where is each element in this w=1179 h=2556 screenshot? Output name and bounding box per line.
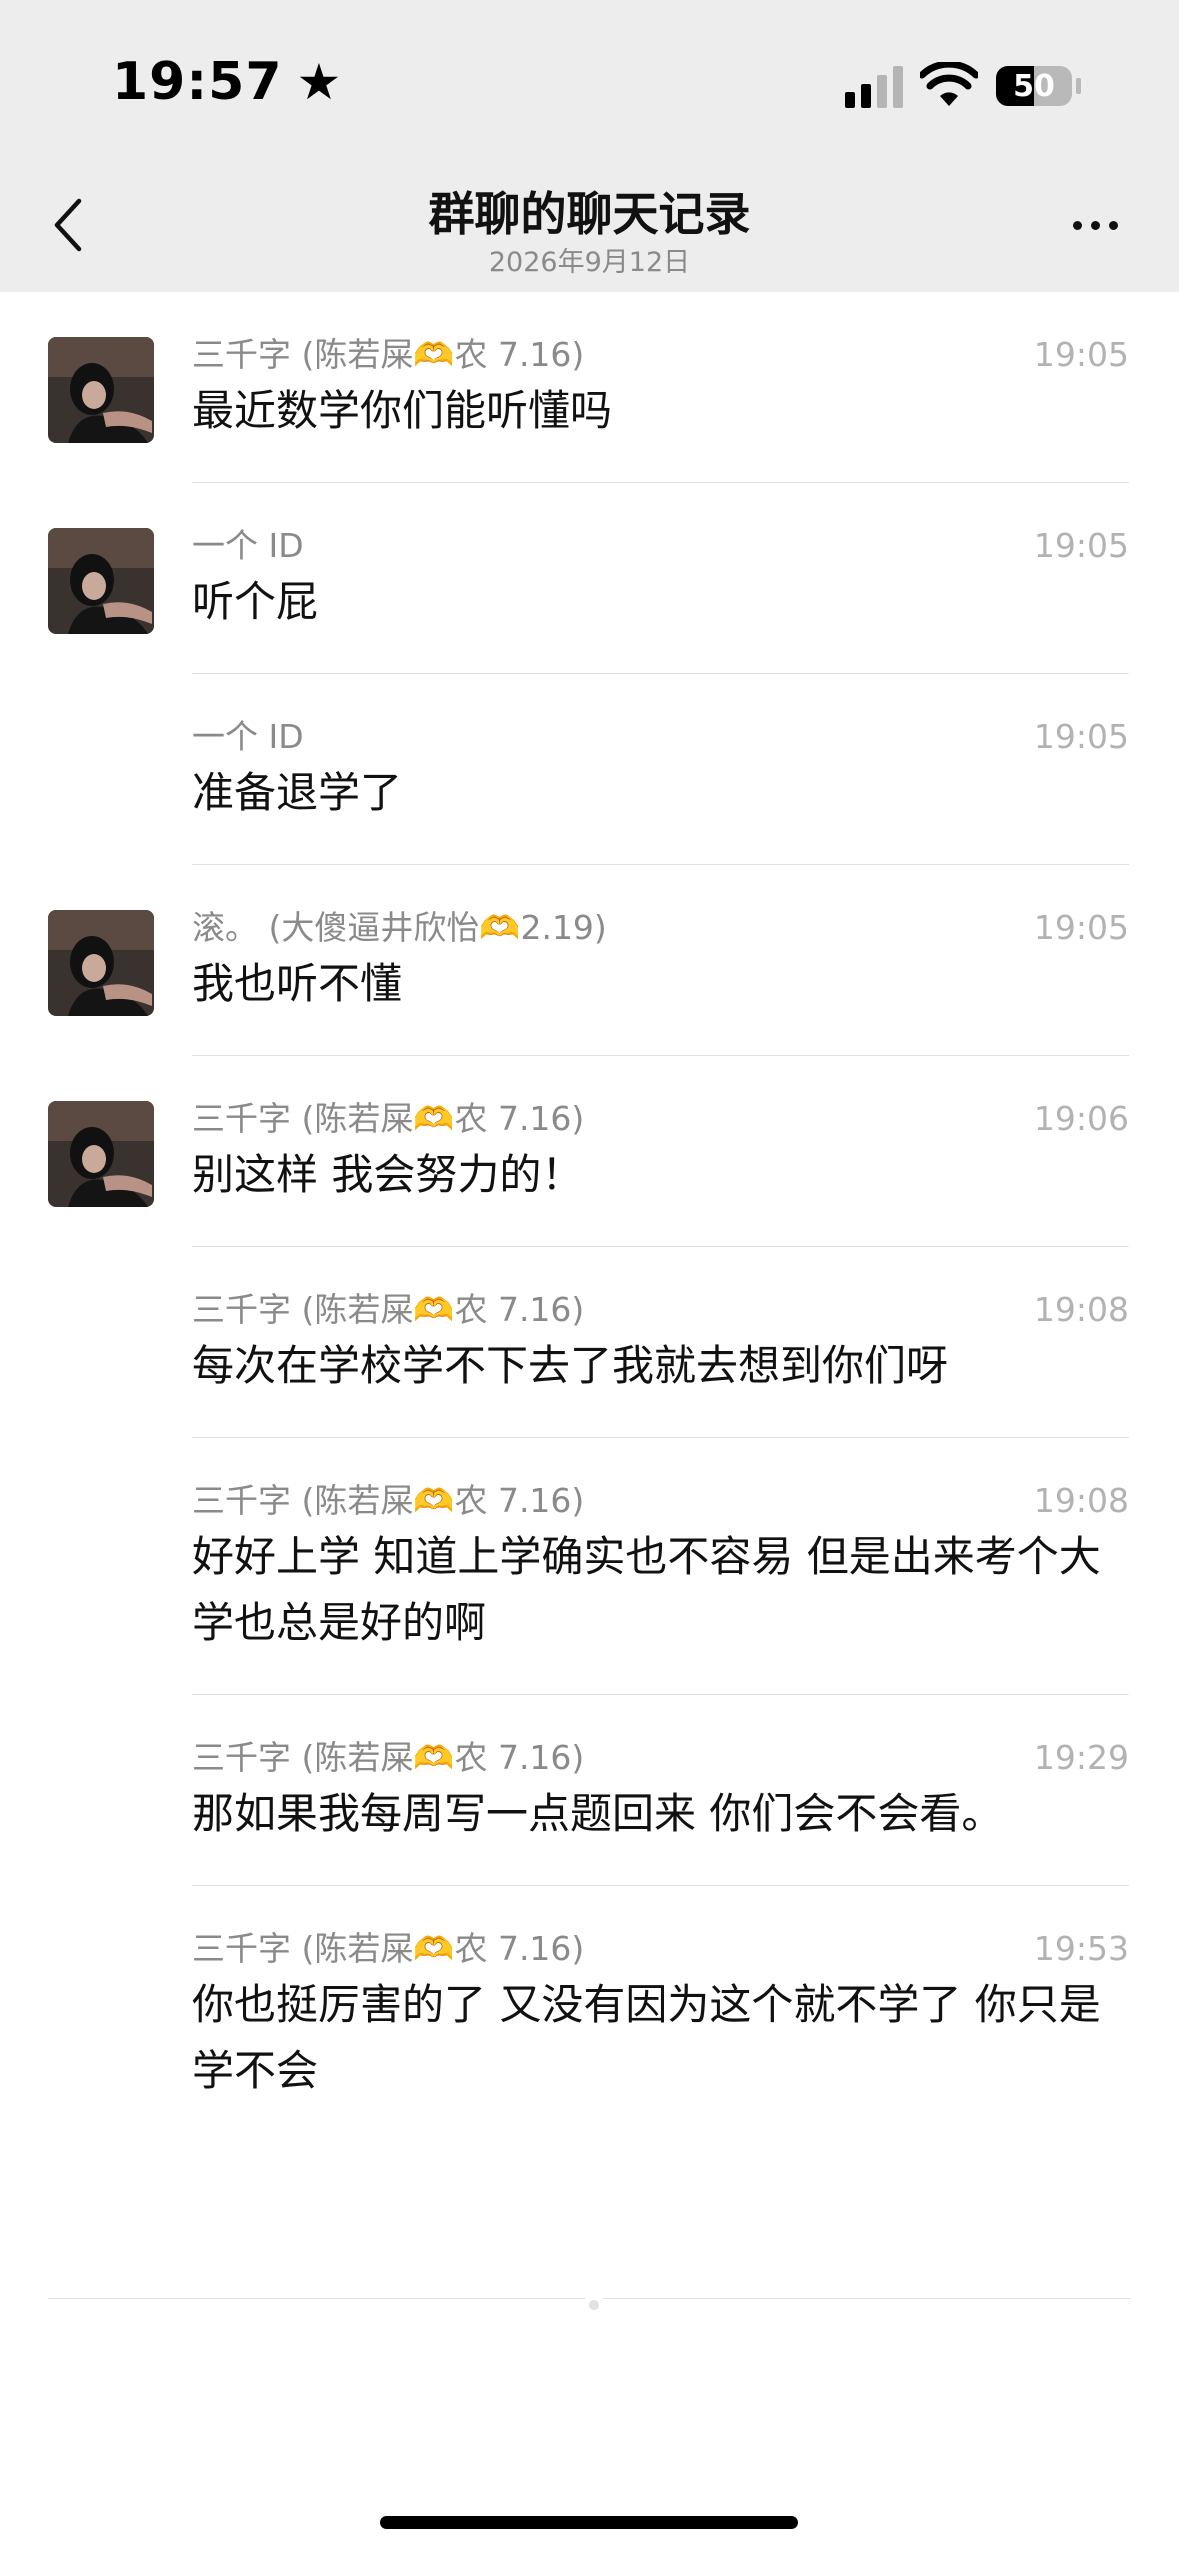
message-item[interactable]: 滚。 (大傻逼井欣怡🫶2.19) 19:05 我也听不懂 [0,865,1179,1056]
message-time: 19:06 [1033,1099,1129,1138]
avatar-photo [48,337,154,443]
more-button[interactable] [1060,210,1130,240]
avatar[interactable] [48,1101,154,1207]
battery-icon: 50 [996,66,1072,106]
message-item[interactable]: 三千字 (陈若屎🫶农 7.16) 19:08 每次在学校学不下去了我就去想到你们… [0,1247,1179,1438]
message-text[interactable]: 那如果我每周写一点题回来 你们会不会看。 [192,1781,1129,1847]
message-item[interactable]: 三千字 (陈若屎🫶农 7.16) 19:06 别这样 我会努力的！ [0,1056,1179,1247]
message-time: 19:05 [1033,908,1129,947]
sender-name: 三千字 (陈若屎🫶农 7.16) [192,1099,585,1138]
message-meta: 三千字 (陈若屎🫶农 7.16) 19:08 [192,1283,1129,1329]
message-time: 19:53 [1033,1929,1129,1968]
status-time: 19:57 ★ [112,52,342,112]
message-text[interactable]: 准备退学了 [192,760,1129,826]
message-item[interactable]: 三千字 (陈若屎🫶农 7.16) 19:08 好好上学 知道上学确实也不容易 但… [0,1438,1179,1695]
message-meta: 三千字 (陈若屎🫶农 7.16) 19:08 [192,1474,1129,1520]
wifi-icon [920,62,978,106]
home-indicator[interactable] [380,2516,798,2529]
message-meta: 一个 ID 19:05 [192,519,1129,565]
message-time: 19:08 [1033,1481,1129,1520]
message-meta: 三千字 (陈若屎🫶农 7.16) 19:05 [192,328,1129,374]
message-meta: 三千字 (陈若屎🫶农 7.16) 19:06 [192,1092,1129,1138]
battery-nub [1076,78,1081,94]
message-text[interactable]: 你也挺厉害的了 又没有因为这个就不学了 你只是学不会 [192,1972,1129,2104]
more-dot [1108,220,1118,230]
more-dot [1090,220,1100,230]
clock: 19:57 [112,52,283,112]
message-text[interactable]: 每次在学校学不下去了我就去想到你们呀 [192,1333,1129,1399]
more-dot [1072,220,1082,230]
avatar[interactable] [48,337,154,443]
sender-name: 三千字 (陈若屎🫶农 7.16) [192,1290,585,1329]
sender-name: 三千字 (陈若屎🫶农 7.16) [192,335,585,374]
message-meta: 一个 ID 19:05 [192,710,1129,756]
signal-icon [845,66,903,108]
page-title: 群聊的聊天记录 [428,187,751,241]
message-item[interactable]: 三千字 (陈若屎🫶农 7.16) 19:53 你也挺厉害的了 又没有因为这个就不… [0,1886,1179,2104]
message-item[interactable]: 一个 ID 19:05 听个屁 [0,483,1179,674]
message-item[interactable]: 三千字 (陈若屎🫶农 7.16) 19:29 那如果我每周写一点题回来 你们会不… [0,1695,1179,1886]
sender-name: 三千字 (陈若屎🫶农 7.16) [192,1481,585,1520]
message-time: 19:29 [1033,1738,1129,1777]
message-text[interactable]: 最近数学你们能听懂吗 [192,378,1129,444]
message-time: 19:08 [1033,1290,1129,1329]
message-time: 19:05 [1033,526,1129,565]
top-bar: 19:57 ★ 50 群聊的聊天记录 2026年9月12日 [0,0,1179,292]
avatar-photo [48,1101,154,1207]
message-time: 19:05 [1033,335,1129,374]
message-text[interactable]: 好好上学 知道上学确实也不容易 但是出来考个大学也总是好的啊 [192,1524,1129,1656]
message-time: 19:05 [1033,717,1129,756]
avatar[interactable] [48,910,154,1016]
message-meta: 滚。 (大傻逼井欣怡🫶2.19) 19:05 [192,901,1129,947]
message-text[interactable]: 我也听不懂 [192,951,1129,1017]
message-meta: 三千字 (陈若屎🫶农 7.16) 19:29 [192,1731,1129,1777]
star-icon: ★ [296,53,343,111]
sender-name: 滚。 (大傻逼井欣怡🫶2.19) [192,908,607,947]
message-text[interactable]: 别这样 我会努力的！ [192,1142,1129,1208]
sender-name: 三千字 (陈若屎🫶农 7.16) [192,1929,585,1968]
avatar-photo [48,528,154,634]
message-item[interactable]: 一个 ID 19:05 准备退学了 [0,674,1179,865]
message-text[interactable]: 听个屁 [192,569,1129,635]
avatar-photo [48,910,154,1016]
message-meta: 三千字 (陈若屎🫶农 7.16) 19:53 [192,1922,1129,1968]
battery-percent: 50 [1013,68,1055,104]
sender-name: 三千字 (陈若屎🫶农 7.16) [192,1738,585,1777]
sender-name: 一个 ID [192,717,304,756]
message-item[interactable]: 三千字 (陈若屎🫶农 7.16) 19:05 最近数学你们能听懂吗 [0,292,1179,483]
sender-name: 一个 ID [192,526,304,565]
message-list[interactable]: 三千字 (陈若屎🫶农 7.16) 19:05 最近数学你们能听懂吗 一个 ID … [0,292,1179,2104]
end-dot [583,2294,605,2316]
avatar[interactable] [48,528,154,634]
page-date: 2026年9月12日 [488,247,691,278]
